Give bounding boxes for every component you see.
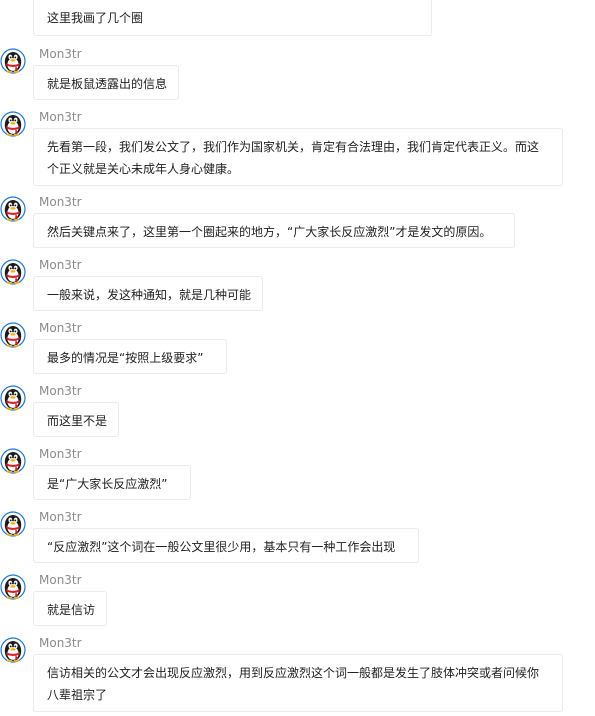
sender-name: Mon3tr [39, 258, 82, 272]
qq-penguin-icon[interactable] [0, 259, 26, 285]
qq-penguin-icon[interactable] [0, 511, 26, 537]
message-bubble: 就是信访 [33, 591, 107, 626]
qq-penguin-icon[interactable] [0, 448, 26, 474]
message-bubble: 最多的情况是“按照上级要求” [33, 339, 227, 374]
sender-name: Mon3tr [39, 510, 82, 524]
message-bubble: 一般来说，发这种通知，就是几种可能 [33, 276, 263, 311]
message-bubble: 信访相关的公文才会出现反应激烈，用到反应激烈这个词一般都是发生了肢体冲突或者问候… [33, 654, 563, 712]
message-bubble: “反应激烈”这个词在一般公文里很少用，基本只有一种工作会出现 [33, 528, 419, 563]
qq-penguin-icon[interactable] [0, 48, 26, 74]
sender-name: Mon3tr [39, 47, 82, 61]
sender-name: Mon3tr [39, 321, 82, 335]
message-bubble: 就是板鼠透露出的信息 [33, 65, 179, 100]
sender-name: Mon3tr [39, 384, 82, 398]
chat-history: 这里我画了几个圈 Mon3tr 就是板鼠透露出的信息 Mon3tr 先看第一段，… [0, 0, 595, 716]
message-bubble: 这里我画了几个圈 [33, 0, 432, 36]
qq-penguin-icon[interactable] [0, 637, 26, 663]
qq-penguin-icon[interactable] [0, 385, 26, 411]
sender-name: Mon3tr [39, 447, 82, 461]
qq-penguin-icon[interactable] [0, 196, 26, 222]
message-bubble: 然后关键点来了，这里第一个圈起来的地方，“广大家长反应激烈”才是发文的原因。 [33, 213, 515, 248]
sender-name: Mon3tr [39, 573, 82, 587]
qq-penguin-icon[interactable] [0, 111, 26, 137]
qq-penguin-icon[interactable] [0, 322, 26, 348]
sender-name: Mon3tr [39, 110, 82, 124]
sender-name: Mon3tr [39, 195, 82, 209]
qq-penguin-icon[interactable] [0, 574, 26, 600]
message-bubble: 而这里不是 [33, 402, 119, 437]
sender-name: Mon3tr [39, 636, 82, 650]
message-bubble: 是“广大家长反应激烈” [33, 465, 191, 500]
message-bubble: 先看第一段，我们发公文了，我们作为国家机关，肯定有合法理由，我们肯定代表正义。而… [33, 128, 563, 186]
